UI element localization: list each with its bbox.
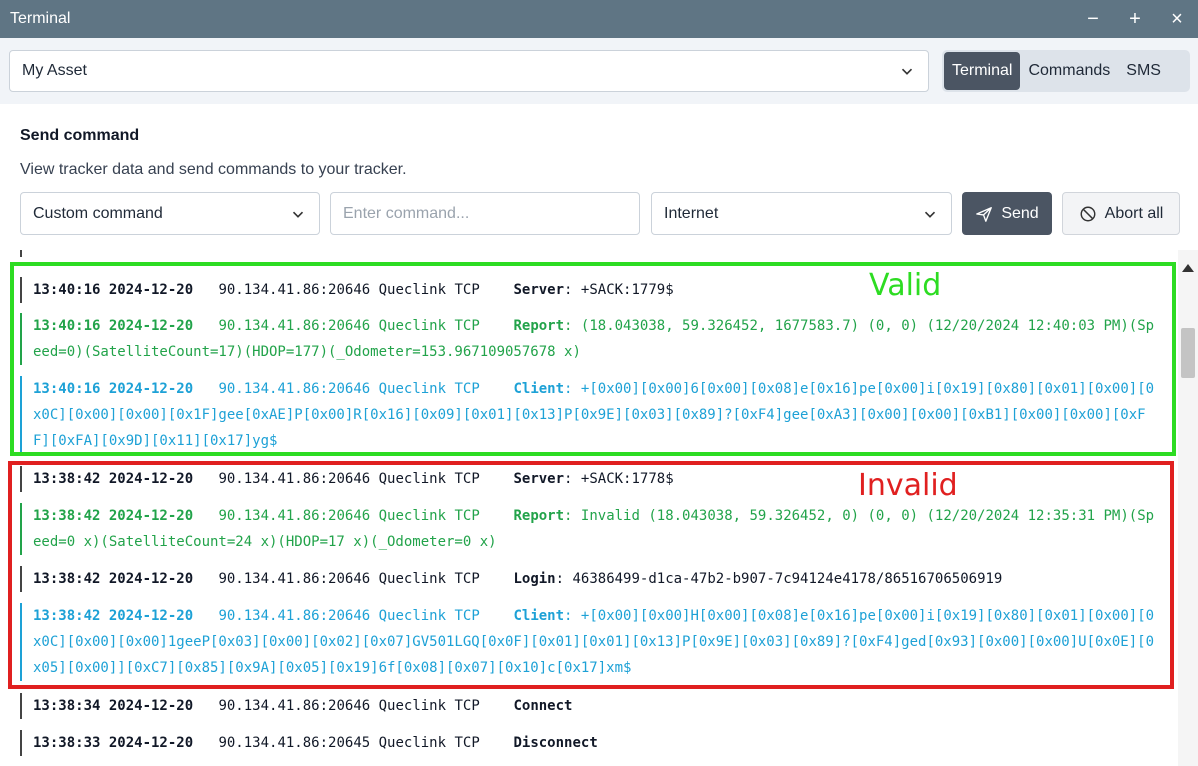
log-time: 13:40:16 2024-12-20 [33,381,194,397]
log-entry-partial [20,250,1160,257]
log-type: Server [513,471,565,487]
command-input[interactable]: Enter command... [330,192,640,235]
channel-value: Internet [664,204,719,222]
tab-terminal[interactable]: Terminal [944,52,1021,90]
log-entry: 13:38:42 2024-12-20 90.134.41.86:20646 Q… [20,566,1160,592]
log-text: 46386499-d1ca-47b2-b907-7c94124e4178/865… [572,571,1003,587]
send-icon [976,206,993,222]
log-text: +[0x00][0x00]H[0x00][0x08]e[0x16]pe[0x00… [33,608,1155,676]
log-time: 13:38:33 2024-12-20 [33,735,194,751]
log-source: 90.134.41.86:20646 Queclink TCP [218,318,480,334]
tab-sms[interactable]: SMS [1118,52,1169,90]
log-text: +SACK:1778$ [580,471,674,487]
abort-all-label: Abort all [1104,204,1164,222]
send-button-label: Send [1001,204,1039,222]
invalid-annotation: Invalid [858,468,958,503]
abort-all-button[interactable]: Abort all [1062,192,1180,235]
log-time: 13:38:42 2024-12-20 [33,608,194,624]
top-bar: My Asset Terminal Commands SMS [0,38,1198,104]
log-entry: 13:38:42 2024-12-20 90.134.41.86:20646 Q… [20,466,1160,492]
log-entry: 13:38:42 2024-12-20 90.134.41.86:20646 Q… [20,603,1160,681]
log-time: 13:38:42 2024-12-20 [33,508,194,524]
log-type: Report [513,318,565,334]
log-text: +[0x00][0x00]6[0x00][0x08]e[0x16]pe[0x00… [33,381,1155,449]
log-source: 90.134.41.86:20646 Queclink TCP [218,381,480,397]
log-type: Connect [513,698,573,714]
chevron-down-icon [901,68,913,75]
log-type: Report [513,508,565,524]
log-entry: 13:40:16 2024-12-20 90.134.41.86:20646 Q… [20,313,1160,365]
channel-select[interactable]: Internet [651,192,952,235]
valid-annotation: Valid [869,268,942,303]
log-entry: 13:38:33 2024-12-20 90.134.41.86:20645 Q… [20,730,1160,756]
scroll-thumb[interactable] [1181,328,1195,378]
log-source: 90.134.41.86:20646 Queclink TCP [218,508,480,524]
log-entry: 13:38:42 2024-12-20 90.134.41.86:20646 Q… [20,503,1160,555]
section-description: View tracker data and send commands to y… [20,161,407,178]
close-button[interactable]: × [1156,0,1198,38]
log-scrollbar[interactable] [1178,250,1198,766]
log-entry: 13:40:16 2024-12-20 90.134.41.86:20646 Q… [20,277,1160,303]
log-time: 13:40:16 2024-12-20 [33,282,194,298]
log-time: 13:38:42 2024-12-20 [33,571,194,587]
asset-select-value: My Asset [22,62,87,79]
command-type-value: Custom command [33,204,163,222]
log-text: +SACK:1779$ [580,282,674,298]
asset-select[interactable]: My Asset [9,50,929,92]
section-title: Send command [20,127,140,144]
send-button[interactable]: Send [962,192,1052,235]
log-type: Disconnect [513,735,598,751]
ban-icon [1080,206,1096,221]
command-input-placeholder: Enter command... [343,204,470,222]
chevron-down-icon [924,211,936,218]
log-type: Login [513,571,556,587]
log-entry: 13:38:34 2024-12-20 90.134.41.86:20646 Q… [20,693,1160,719]
log-text: Invalid (18.043038, 59.326452, 0) (0, 0)… [33,508,1155,550]
log-type: Client [513,608,565,624]
view-tabs: Terminal Commands SMS [942,50,1190,92]
log-source: 90.134.41.86:20646 Queclink TCP [218,282,480,298]
log-type: Server [513,282,565,298]
chevron-down-icon [292,211,304,218]
log-time: 13:40:16 2024-12-20 [33,318,194,334]
log-time: 13:38:42 2024-12-20 [33,471,194,487]
tab-commands[interactable]: Commands [1020,52,1118,90]
terminal-log[interactable]: 13:40:16 2024-12-20 90.134.41.86:20646 Q… [0,250,1178,766]
log-text: (18.043038, 59.326452, 1677583.7) (0, 0)… [33,318,1155,360]
minimize-button[interactable]: − [1072,0,1114,38]
log-source: 90.134.41.86:20646 Queclink TCP [218,698,480,714]
maximize-button[interactable]: + [1114,0,1156,38]
log-entry: 13:40:16 2024-12-20 90.134.41.86:20646 Q… [20,376,1160,454]
scroll-up-arrow-icon[interactable] [1182,264,1194,272]
log-time: 13:38:34 2024-12-20 [33,698,194,714]
title-bar: Terminal − + × [0,0,1198,38]
log-source: 90.134.41.86:20646 Queclink TCP [218,608,480,624]
log-source: 90.134.41.86:20646 Queclink TCP [218,571,480,587]
window-title: Terminal [10,10,71,27]
command-type-select[interactable]: Custom command [20,192,320,235]
log-type: Client [513,381,565,397]
log-source: 90.134.41.86:20645 Queclink TCP [218,735,480,751]
log-source: 90.134.41.86:20646 Queclink TCP [218,471,480,487]
